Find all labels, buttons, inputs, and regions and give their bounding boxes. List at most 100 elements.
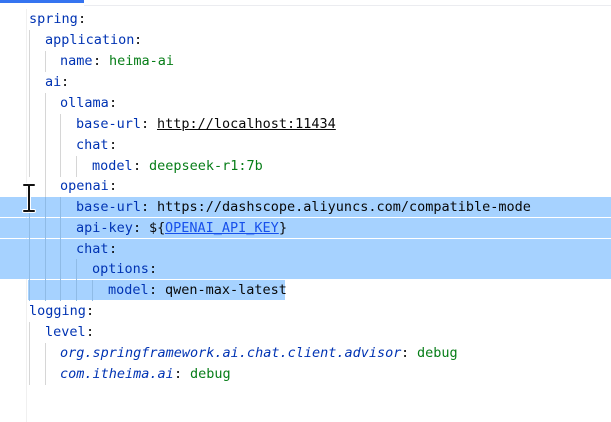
code-line-selected[interactable]: chat:: [0, 239, 611, 260]
yaml-value: qwen-max-latest: [165, 282, 287, 298]
yaml-key: application: [45, 32, 135, 48]
yaml-key: org.springframework.ai.chat.client.advis…: [60, 345, 402, 361]
yaml-key: name: [60, 53, 93, 69]
code-line[interactable]: spring:: [0, 9, 611, 29]
indent-guide: [45, 259, 46, 280]
indent-guide: [60, 114, 61, 135]
yaml-value: https://dashscope.aliyuncs.com/compatibl…: [157, 199, 531, 215]
yaml-separator: :: [133, 220, 150, 236]
indent-guide: [60, 239, 61, 260]
yaml-key: chat: [76, 241, 109, 257]
url-link[interactable]: http://localhost:11434: [157, 114, 336, 134]
indent-guide: [60, 259, 61, 280]
indent-guide: [45, 343, 46, 364]
yaml-key: base-url: [76, 116, 142, 132]
code-line[interactable]: model: deepseek-r1:7b: [0, 156, 611, 177]
yaml-separator: :: [109, 178, 118, 194]
code-editor[interactable]: spring: application: name: heima-ai ai: …: [0, 0, 611, 422]
yaml-separator: :: [61, 74, 70, 90]
indent-guide: [29, 135, 30, 156]
active-tab-indicator: [0, 0, 84, 3]
indent-guide: [29, 30, 30, 51]
code-line[interactable]: application:: [0, 30, 611, 51]
yaml-key: level: [45, 324, 86, 340]
yaml-value: debug: [190, 366, 231, 382]
indent-guide: [45, 197, 46, 218]
indent-guide: [45, 364, 46, 385]
indent-guide: [45, 135, 46, 156]
code-line[interactable]: level:: [0, 322, 611, 343]
indent-guide: [60, 280, 61, 301]
indent-guide: [29, 114, 30, 135]
indent-guide: [76, 259, 77, 280]
indent-guide: [76, 280, 77, 301]
env-placeholder-open: ${: [149, 220, 166, 236]
yaml-separator: :: [93, 53, 110, 69]
yaml-separator: :: [401, 345, 418, 361]
code-line-selected[interactable]: model: qwen-max-latest: [0, 280, 611, 301]
indent-guide: [92, 280, 93, 301]
indent-guide: [29, 156, 30, 177]
yaml-separator: :: [86, 324, 95, 340]
yaml-value: debug: [417, 345, 458, 361]
indent-guide: [60, 156, 61, 177]
indent-guide: [29, 322, 30, 343]
yaml-value: deepseek-r1:7b: [149, 158, 263, 174]
yaml-separator: :: [133, 158, 150, 174]
yaml-separator: :: [109, 241, 118, 257]
code-line-selected[interactable]: options:: [0, 259, 611, 280]
code-line[interactable]: ai:: [0, 72, 611, 93]
yaml-key: api-key: [76, 220, 133, 236]
yaml-separator: :: [149, 282, 166, 298]
yaml-separator: :: [141, 116, 158, 132]
yaml-key: ollama: [60, 95, 109, 111]
indent-guide: [29, 51, 30, 72]
yaml-key: base-url: [76, 199, 142, 215]
code-line[interactable]: base-url: http://localhost:11434: [0, 114, 611, 135]
env-variable-reference[interactable]: OPENAI_API_KEY: [165, 218, 279, 238]
yaml-key: model: [108, 282, 149, 298]
indent-guide: [45, 218, 46, 239]
code-line[interactable]: openai:: [0, 176, 611, 197]
yaml-key: openai: [60, 178, 109, 194]
code-line[interactable]: com.itheima.ai: debug: [0, 364, 611, 385]
yaml-key: options: [92, 261, 149, 277]
indent-guide: [76, 156, 77, 177]
indent-guide: [45, 280, 46, 301]
yaml-separator: :: [134, 32, 143, 48]
code-line[interactable]: logging:: [0, 301, 611, 321]
indent-guide: [60, 218, 61, 239]
yaml-separator: :: [141, 199, 158, 215]
indent-guide: [29, 218, 30, 239]
yaml-value: heima-ai: [109, 53, 175, 69]
indent-guide: [45, 93, 46, 114]
code-line[interactable]: chat:: [0, 135, 611, 156]
indent-guide: [29, 239, 30, 260]
code-line[interactable]: name: heima-ai: [0, 51, 611, 72]
indent-guide: [45, 51, 46, 72]
indent-guide: [29, 72, 30, 93]
yaml-separator: :: [109, 137, 118, 153]
yaml-key: ai: [45, 74, 62, 90]
indent-guide: [29, 259, 30, 280]
tab-bar-border: [84, 5, 611, 6]
code-line-selected[interactable]: base-url: https://dashscope.aliyuncs.com…: [0, 197, 611, 218]
indent-guide: [45, 176, 46, 197]
text-cursor-icon: [22, 183, 36, 213]
indent-guide: [29, 364, 30, 385]
yaml-separator: :: [149, 261, 158, 277]
code-line-selected[interactable]: api-key: ${OPENAI_API_KEY}: [0, 218, 611, 239]
yaml-separator: :: [174, 366, 191, 382]
yaml-key: logging: [29, 303, 86, 319]
code-line[interactable]: org.springframework.ai.chat.client.advis…: [0, 343, 611, 364]
indent-guide: [45, 114, 46, 135]
yaml-separator: :: [109, 95, 118, 111]
env-placeholder-close: }: [279, 220, 288, 236]
code-line[interactable]: ollama:: [0, 93, 611, 114]
indent-guide: [60, 197, 61, 218]
indent-guide: [29, 93, 30, 114]
indent-guide: [29, 280, 30, 301]
indent-guide: [29, 343, 30, 364]
yaml-key: spring: [29, 11, 78, 27]
indent-guide: [45, 156, 46, 177]
